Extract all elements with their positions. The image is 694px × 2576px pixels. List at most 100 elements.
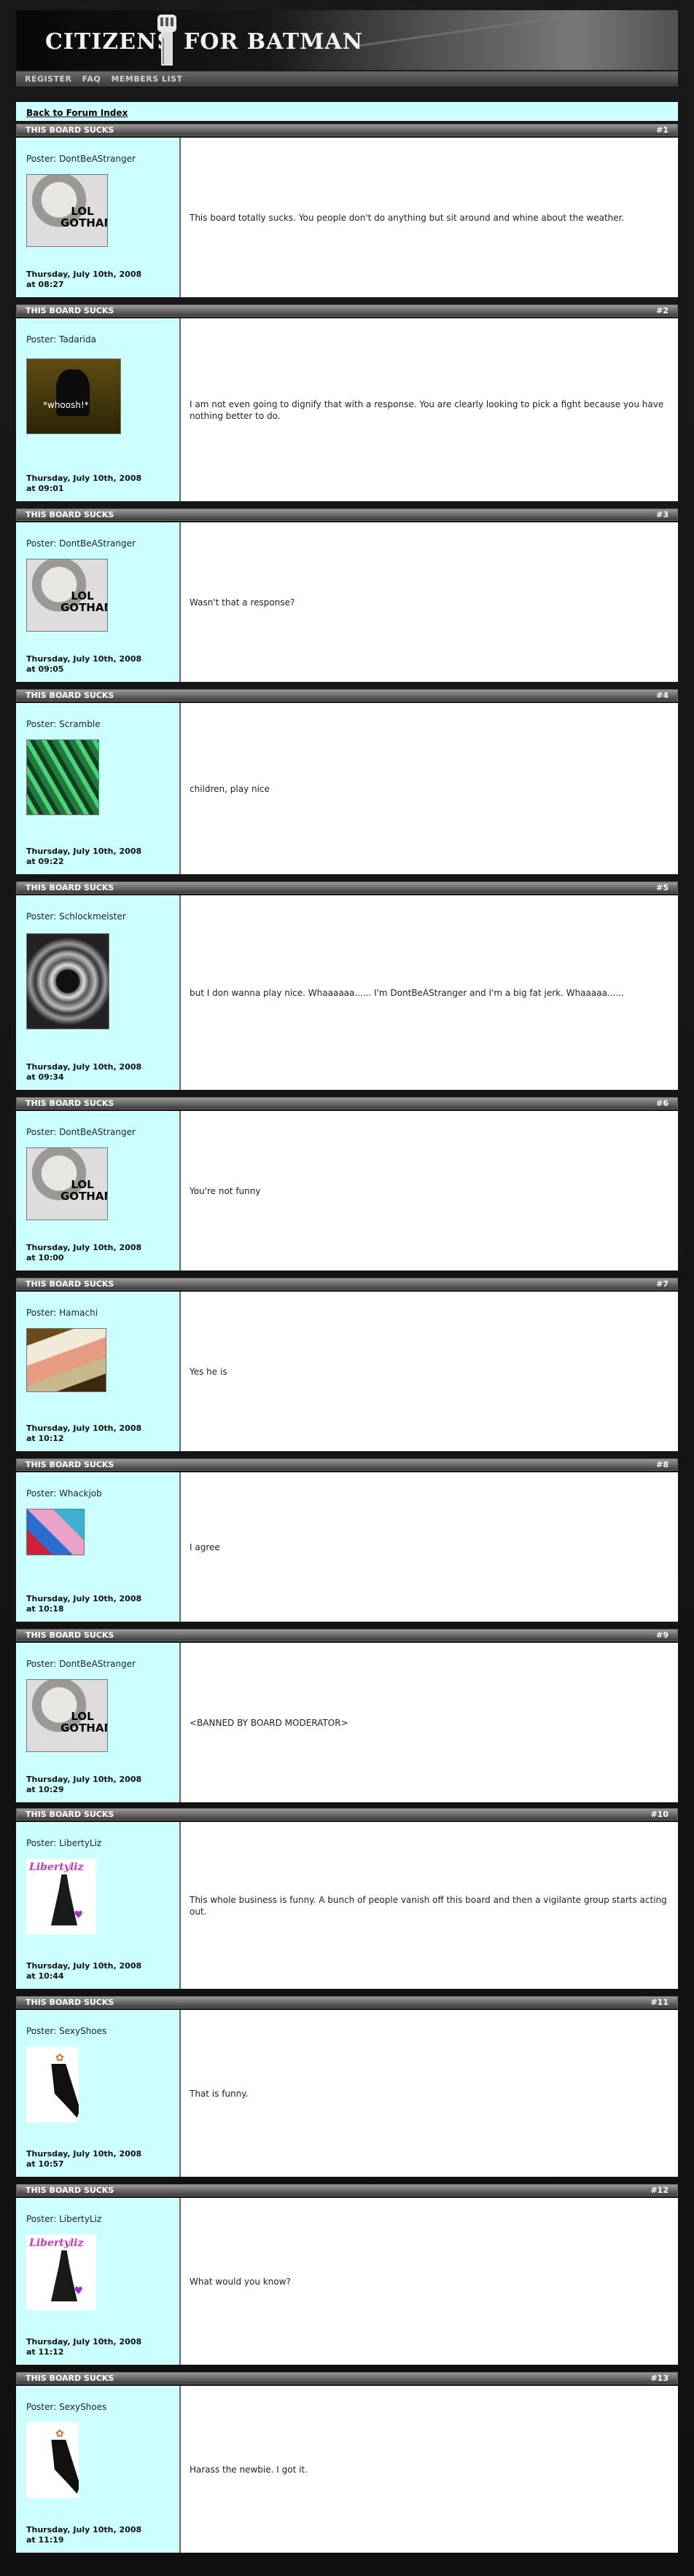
nav-members-list-link[interactable]: MEMBERS LIST (111, 71, 182, 87)
post-author-panel: Poster: Hamachi Thursday, July 10th, 2008… (16, 1292, 181, 1451)
post-date-time: at 10:18 (26, 1604, 64, 1614)
post-number: #2 (656, 306, 668, 315)
post-message-text: What would you know? (190, 2276, 291, 2287)
post-thread-title: THIS BOARD SUCKS (26, 510, 114, 519)
post-author-panel: Poster: SexyShoes ✿ Thursday, July 10th, 2… (16, 2386, 181, 2553)
avatar-caption: LOL GOTHAM (61, 1178, 107, 1203)
post-body: Poster: LibertyLiz Libertyliz ♥ Thursday, J… (16, 2198, 678, 2365)
post-thread-title: THIS BOARD SUCKS (26, 2373, 114, 2383)
post-date: Thursday, July 10th, 2008 at 11:19 (26, 2525, 141, 2545)
post-header-bar: THIS BOARD SUCKS #13 (16, 2372, 678, 2384)
poster-name[interactable]: Poster: Whackjob (26, 1488, 169, 1499)
post-date-day: Thursday, July 10th, 2008 (26, 2337, 142, 2347)
post-header-bar: THIS BOARD SUCKS #11 (16, 1996, 678, 2008)
post-date-time: at 10:29 (26, 1785, 64, 1794)
post-date-time: at 10:44 (26, 1971, 64, 1981)
poster-name[interactable]: Poster: DontBeAStranger (26, 1659, 169, 1669)
post-author-panel: Poster: LibertyLiz Libertyliz ♥ Thursday, J… (16, 1822, 181, 1989)
post-message-text: You're not funny (190, 1185, 261, 1196)
post-message-text: I agree (190, 1542, 220, 1552)
nav-faq-link[interactable]: FAQ (82, 71, 101, 87)
post-author-panel: Poster: SexyShoes ✿ Thursday, July 10th, 2… (16, 2010, 181, 2177)
back-to-forum-index-link[interactable]: Back to Forum Index (26, 108, 128, 118)
post-date: Thursday, July 10th, 2008 at 10:44 (26, 1961, 141, 1982)
avatar-caption: Libertyliz (29, 1861, 84, 1873)
post-message: I agree (181, 1472, 678, 1622)
avatar (26, 739, 99, 815)
heart-icon: ♥ (74, 2285, 83, 2297)
post-date-time: at 10:00 (26, 1253, 64, 1263)
forum-post: THIS BOARD SUCKS #13 Poster: SexyShoes ✿ Thu… (16, 2372, 678, 2554)
poster-name[interactable]: Poster: SexyShoes (26, 2402, 169, 2412)
post-thread-title: THIS BOARD SUCKS (26, 1460, 114, 1469)
post-date-time: at 08:27 (26, 280, 64, 289)
post-body: Poster: DontBeAStranger LOL GOTHAM Thursda… (16, 522, 678, 682)
post-body: Poster: Hamachi Thursday, July 10th, 2008… (16, 1292, 678, 1451)
post-number: #3 (656, 510, 668, 519)
shoe-figure (51, 2440, 79, 2494)
avatar: LOL GOTHAM (26, 1147, 108, 1220)
poster-name[interactable]: Poster: LibertyLiz (26, 1838, 169, 1848)
forum-post: THIS BOARD SUCKS #7 Poster: Hamachi Thursda… (16, 1278, 678, 1453)
post-message: That is funny. (181, 2010, 678, 2177)
poster-name[interactable]: Poster: Scramble (26, 719, 169, 729)
post-header-bar: THIS BOARD SUCKS #7 (16, 1278, 678, 1290)
post-number: #6 (656, 1099, 668, 1108)
post-body: Poster: SexyShoes ✿ Thursday, July 10th, 2… (16, 2010, 678, 2177)
forum-post: THIS BOARD SUCKS #5 Poster: Schlockmeister… (16, 881, 678, 1091)
poster-name[interactable]: Poster: DontBeAStranger (26, 1127, 169, 1137)
post-message-text: Yes he is (190, 1366, 227, 1377)
post-message-text: Harass the newbie. I got it. (190, 2464, 308, 2475)
post-date: Thursday, July 10th, 2008 at 10:12 (26, 1424, 141, 1444)
post-thread-title: THIS BOARD SUCKS (26, 1630, 114, 1640)
post-message: <BANNED BY BOARD MODERATOR> (181, 1643, 678, 1802)
avatar: Libertyliz ♥ (26, 1858, 96, 1934)
post-date-day: Thursday, July 10th, 2008 (26, 654, 142, 664)
post-body: Poster: Tadarida *whoosh!* Thursday, July … (16, 318, 678, 501)
post-thread-title: THIS BOARD SUCKS (26, 2186, 114, 2195)
forum-post: THIS BOARD SUCKS #11 Poster: SexyShoes ✿ Thu… (16, 1996, 678, 2178)
poster-name[interactable]: Poster: SexyShoes (26, 2026, 169, 2036)
post-header-bar: THIS BOARD SUCKS #1 (16, 124, 678, 136)
post-header-bar: THIS BOARD SUCKS #2 (16, 305, 678, 317)
post-date-day: Thursday, July 10th, 2008 (26, 1243, 142, 1252)
poster-name[interactable]: Poster: LibertyLiz (26, 2214, 169, 2224)
post-thread-title: THIS BOARD SUCKS (26, 1099, 114, 1108)
post-date: Thursday, July 10th, 2008 at 10:29 (26, 1775, 141, 1795)
avatar: Libertyliz ♥ (26, 2234, 96, 2310)
avatar (26, 1509, 85, 1555)
post-header-bar: THIS BOARD SUCKS #9 (16, 1629, 678, 1641)
post-header-bar: THIS BOARD SUCKS #8 (16, 1458, 678, 1471)
post-message-text: but I don wanna play nice. Whaaaaaa.....… (190, 987, 624, 998)
poster-name[interactable]: Poster: DontBeAStranger (26, 154, 169, 164)
post-date-time: at 11:19 (26, 2535, 64, 2545)
avatar: *whoosh!* (26, 358, 121, 434)
forum-post: THIS BOARD SUCKS #9 Poster: DontBeAStrange… (16, 1629, 678, 1804)
poster-name[interactable]: Poster: Hamachi (26, 1308, 169, 1318)
nav-register-link[interactable]: REGISTER (25, 71, 72, 87)
post-message-text: This whole business is funny. A bunch of… (190, 1894, 667, 1917)
post-date-time: at 09:34 (26, 1072, 64, 1082)
back-bar: Back to Forum Index (16, 102, 678, 121)
post-message: You're not funny (181, 1111, 678, 1271)
post-body: Poster: Schlockmeister Thursday, July 10t… (16, 895, 678, 1090)
post-date-day: Thursday, July 10th, 2008 (26, 847, 142, 856)
avatar (26, 933, 109, 1029)
post-date-day: Thursday, July 10th, 2008 (26, 474, 142, 483)
top-nav: REGISTER FAQ MEMBERS LIST (16, 71, 678, 87)
poster-name[interactable]: Poster: Schlockmeister (26, 911, 169, 922)
post-number: #7 (656, 1279, 668, 1289)
post-date: Thursday, July 10th, 2008 at 10:57 (26, 2149, 141, 2169)
post-message: Wasn't that a response? (181, 522, 678, 682)
avatar-caption: *whoosh!* (43, 400, 89, 410)
post-number: #8 (656, 1460, 668, 1469)
post-header-bar: THIS BOARD SUCKS #5 (16, 881, 678, 894)
poster-name[interactable]: Poster: Tadarida (26, 334, 169, 345)
post-body: Poster: LibertyLiz Libertyliz ♥ Thursday, J… (16, 1822, 678, 1989)
post-body: Poster: DontBeAStranger LOL GOTHAM Thursda… (16, 138, 678, 297)
poster-name[interactable]: Poster: DontBeAStranger (26, 538, 169, 549)
post-date-time: at 11:12 (26, 2347, 64, 2357)
post-date: Thursday, July 10th, 2008 at 09:34 (26, 1062, 141, 1083)
post-date: Thursday, July 10th, 2008 at 09:01 (26, 474, 141, 494)
post-header-bar: THIS BOARD SUCKS #12 (16, 2184, 678, 2196)
